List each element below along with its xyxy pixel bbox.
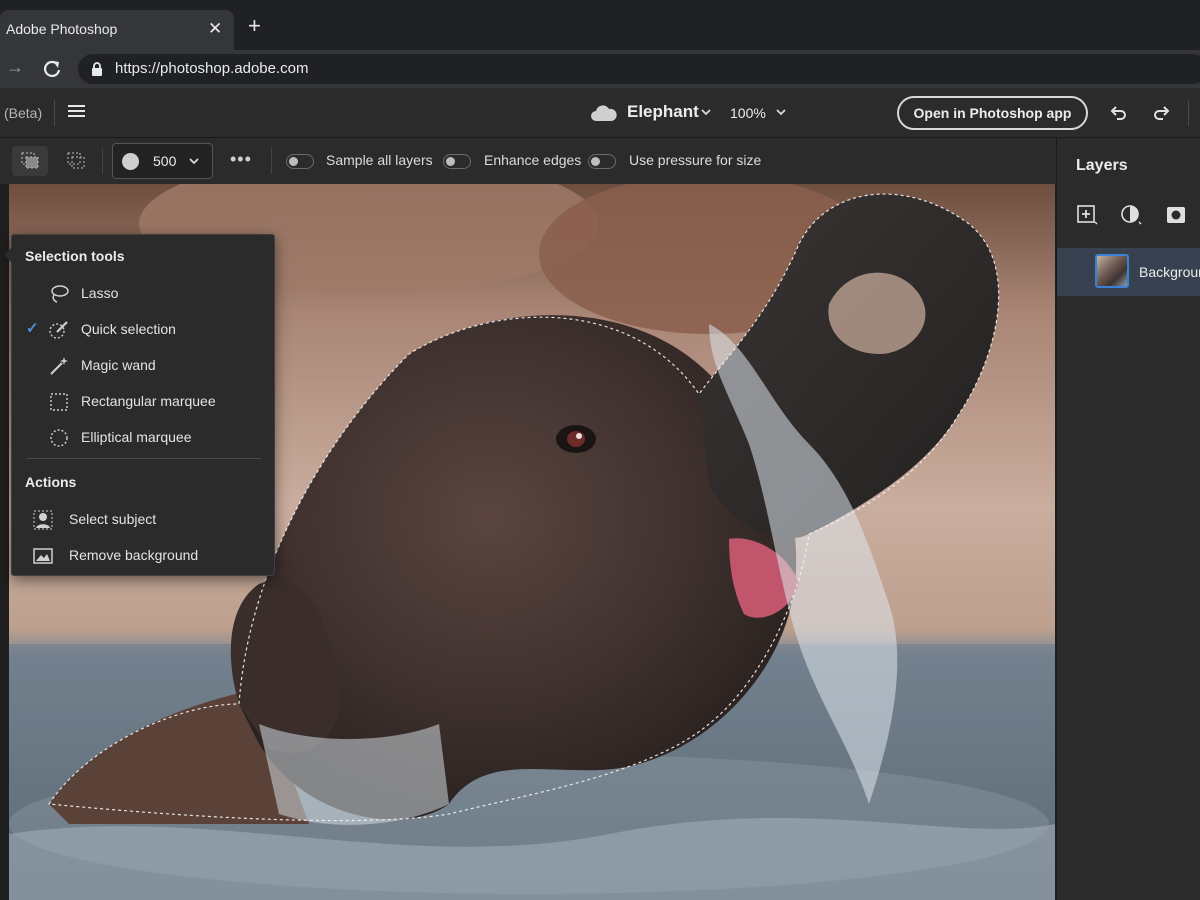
app-header: (Beta) Elephant 100% Open in Photoshop a… [0, 88, 1200, 138]
forward-icon[interactable]: → [6, 57, 24, 78]
new-tab-button[interactable]: + [248, 14, 261, 38]
sample-all-layers-toggle[interactable] [286, 154, 314, 169]
brush-preview-icon [122, 153, 139, 170]
divider [26, 458, 261, 459]
browser-tab[interactable]: Adobe Photoshop ✕ [0, 10, 234, 50]
tool-label: Rectangular marquee [81, 393, 216, 409]
more-options-icon[interactable]: ••• [230, 149, 252, 170]
tool-label: Elliptical marquee [81, 429, 192, 445]
reload-icon[interactable] [42, 59, 62, 79]
enhance-edges-toggle[interactable] [443, 154, 471, 169]
chevron-down-icon [189, 158, 199, 165]
action-remove-background[interactable]: Remove background [12, 539, 274, 571]
undo-icon[interactable] [1108, 103, 1128, 123]
selection-tools-heading: Selection tools [25, 248, 125, 264]
tool-rectangular-marquee[interactable]: Rectangular marquee [12, 385, 274, 417]
check-icon: ✓ [26, 320, 39, 337]
select-subject-icon [33, 510, 53, 530]
layer-name: Background [1139, 264, 1200, 280]
chevron-down-icon[interactable] [775, 106, 787, 118]
beta-label: (Beta) [4, 105, 43, 121]
magic-wand-icon [50, 357, 68, 375]
brush-size-value: 500 [153, 153, 177, 169]
enhance-edges-label: Enhance edges [484, 152, 582, 168]
address-bar[interactable]: https://photoshop.adobe.com [78, 54, 1200, 84]
divider [54, 100, 55, 126]
action-select-subject[interactable]: Select subject [12, 503, 274, 535]
tool-magic-wand[interactable]: Magic wand [12, 349, 274, 381]
subtract-from-selection-icon[interactable] [58, 146, 94, 176]
open-in-photoshop-app-button[interactable]: Open in Photoshop app [897, 96, 1088, 130]
hamburger-menu-icon[interactable] [66, 102, 88, 124]
lock-icon [92, 62, 102, 76]
layer-thumbnail [1095, 254, 1129, 288]
layer-row-background[interactable]: Background [1057, 248, 1200, 296]
elliptical-marquee-icon [50, 429, 68, 447]
tool-quick-selection[interactable]: ✓ Quick selection [12, 313, 274, 345]
layers-panel: Layers Background [1056, 138, 1200, 900]
browser-tab-strip: Adobe Photoshop ✕ + [0, 0, 1200, 50]
tool-options-bar: 500 ••• Sample all layers Enhance edges … [0, 138, 1056, 184]
selection-tools-flyout: Selection tools Lasso ✓ Quick selection … [4, 234, 275, 576]
lasso-icon [51, 285, 69, 303]
rectangular-marquee-icon [50, 393, 68, 411]
quick-selection-icon [49, 321, 68, 339]
divider [271, 148, 272, 174]
layer-mask-icon[interactable] [1165, 204, 1187, 226]
tab-title: Adobe Photoshop [6, 21, 118, 37]
browser-toolbar: → https://photoshop.adobe.com [0, 50, 1200, 88]
document-title[interactable]: Elephant [627, 102, 699, 122]
action-label: Remove background [69, 547, 199, 563]
use-pressure-toggle[interactable] [588, 154, 616, 169]
close-tab-icon[interactable]: ✕ [208, 19, 222, 39]
cloud-icon [591, 105, 617, 121]
tool-label: Magic wand [81, 357, 156, 373]
add-layer-icon[interactable] [1076, 204, 1098, 226]
tool-elliptical-marquee[interactable]: Elliptical marquee [12, 421, 274, 453]
use-pressure-label: Use pressure for size [629, 152, 762, 168]
brush-size-dropdown[interactable]: 500 [112, 143, 213, 179]
action-label: Select subject [69, 511, 157, 527]
redo-icon[interactable] [1152, 103, 1172, 123]
tool-label: Lasso [81, 285, 119, 301]
adjustment-layer-icon[interactable] [1120, 204, 1142, 226]
divider [102, 148, 103, 174]
add-to-selection-icon[interactable] [12, 146, 48, 176]
actions-heading: Actions [25, 474, 77, 490]
remove-background-icon [33, 548, 53, 564]
tool-lasso[interactable]: Lasso [12, 277, 274, 309]
divider [1188, 100, 1189, 126]
sample-all-layers-label: Sample all layers [326, 152, 433, 168]
tool-label: Quick selection [81, 321, 176, 337]
flyout-pointer [4, 247, 12, 263]
zoom-level[interactable]: 100% [730, 105, 766, 121]
chevron-down-icon[interactable] [700, 106, 712, 118]
layers-panel-title: Layers [1076, 157, 1128, 174]
url-text: https://photoshop.adobe.com [115, 60, 309, 77]
